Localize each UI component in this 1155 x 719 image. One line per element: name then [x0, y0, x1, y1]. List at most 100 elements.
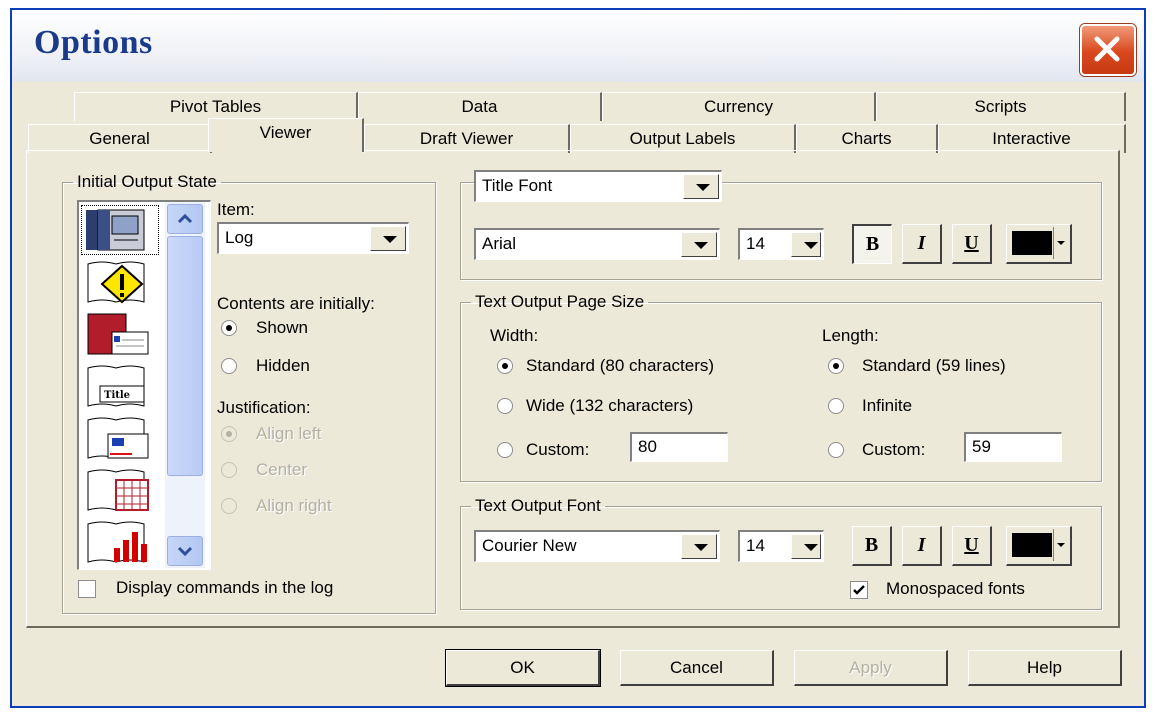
- hidden-label[interactable]: Hidden: [256, 356, 310, 376]
- initial-output-state-legend: Initial Output State: [77, 172, 217, 191]
- help-button[interactable]: Help: [968, 650, 1122, 686]
- text-font-name-select[interactable]: Courier New: [474, 530, 720, 562]
- title-font-size-value: 14: [746, 234, 765, 253]
- display-commands-checkbox[interactable]: [78, 580, 96, 598]
- page-size-legend: Text Output Page Size: [475, 292, 645, 311]
- length-custom-radio[interactable]: [828, 442, 844, 458]
- monospaced-checkbox[interactable]: [850, 581, 868, 599]
- dropdown-arrow-icon: [683, 174, 719, 199]
- justification-label: Justification:: [217, 398, 311, 417]
- chevron-up-icon: [177, 213, 193, 224]
- display-commands-label[interactable]: Display commands in the log: [116, 578, 333, 598]
- tab-charts[interactable]: Charts: [796, 124, 938, 153]
- length-infinite-radio[interactable]: [828, 398, 844, 414]
- tab-general[interactable]: General: [28, 124, 212, 153]
- item-select[interactable]: Log: [217, 222, 409, 254]
- scroll-down-button[interactable]: [167, 536, 203, 566]
- shown-label[interactable]: Shown: [256, 318, 308, 338]
- tab-output-labels[interactable]: Output Labels: [570, 124, 796, 153]
- font-element-select[interactable]: Title Font: [474, 170, 722, 202]
- close-button[interactable]: [1080, 24, 1136, 76]
- length-standard-radio[interactable]: [828, 358, 844, 374]
- width-standard-label[interactable]: Standard (80 characters): [526, 356, 714, 376]
- text-color-button[interactable]: [1006, 526, 1072, 566]
- width-custom-label[interactable]: Custom:: [526, 440, 589, 460]
- title-icon[interactable]: Title: [82, 362, 158, 410]
- notes-icon[interactable]: [82, 310, 158, 358]
- text-italic-button[interactable]: I: [902, 526, 942, 566]
- tab-viewer[interactable]: Viewer: [208, 118, 364, 152]
- monospaced-label[interactable]: Monospaced fonts: [886, 579, 1025, 599]
- log-icon[interactable]: [81, 205, 159, 255]
- dialog-title: Options: [34, 24, 153, 61]
- text-font-size-select[interactable]: 14: [738, 530, 824, 562]
- dropdown-arrow-icon: [370, 226, 406, 251]
- title-bar[interactable]: Options: [12, 10, 1144, 82]
- icon-list-scrollbar[interactable]: [165, 202, 205, 568]
- hidden-radio[interactable]: [221, 358, 237, 374]
- width-custom-input[interactable]: 80: [630, 432, 728, 462]
- scroll-thumb[interactable]: [167, 236, 203, 476]
- width-standard-radio[interactable]: [497, 358, 513, 374]
- dropdown-arrow-icon: [681, 232, 717, 257]
- ok-button[interactable]: OK: [446, 650, 600, 686]
- tab-scripts[interactable]: Scripts: [876, 92, 1126, 121]
- tab-interactive[interactable]: Interactive: [938, 124, 1126, 153]
- title-underline-button[interactable]: U: [952, 224, 992, 264]
- width-custom-value: 80: [638, 437, 657, 456]
- text-font-name-value: Courier New: [482, 536, 577, 555]
- align-right-label: Align right: [256, 496, 332, 515]
- title-font-size-select[interactable]: 14: [738, 228, 824, 260]
- width-label: Width:: [490, 326, 539, 345]
- text-bold-button[interactable]: B: [852, 526, 892, 566]
- length-label: Length:: [822, 326, 879, 345]
- font-element-value: Title Font: [482, 176, 553, 195]
- chevron-down-icon: [177, 546, 193, 557]
- length-infinite-label[interactable]: Infinite: [862, 396, 912, 416]
- tab-data[interactable]: Data: [358, 92, 602, 121]
- width-custom-radio[interactable]: [497, 442, 513, 458]
- scroll-up-button[interactable]: [167, 204, 203, 234]
- checkmark-icon: [853, 585, 865, 595]
- width-wide-radio[interactable]: [497, 398, 513, 414]
- title-color-swatch: [1012, 231, 1052, 255]
- center-label: Center: [256, 460, 308, 479]
- title-font-name-value: Arial: [482, 234, 517, 253]
- apply-button: Apply: [794, 650, 948, 686]
- center-radio: [221, 462, 237, 478]
- width-wide-label[interactable]: Wide (132 characters): [526, 396, 693, 416]
- text-output-icon[interactable]: [82, 414, 158, 462]
- pivot-table-icon[interactable]: [82, 466, 158, 514]
- dropdown-arrow-icon: [1053, 529, 1068, 561]
- length-custom-input[interactable]: 59: [964, 432, 1062, 462]
- text-output-font-legend: Text Output Font: [475, 496, 601, 515]
- dropdown-arrow-icon: [681, 534, 717, 559]
- shown-radio[interactable]: [221, 320, 237, 336]
- align-left-label: Align left: [256, 424, 322, 443]
- length-standard-label[interactable]: Standard (59 lines): [862, 356, 1006, 376]
- cancel-button[interactable]: Cancel: [620, 650, 774, 686]
- title-font-name-select[interactable]: Arial: [474, 228, 720, 260]
- tab-currency[interactable]: Currency: [602, 92, 876, 121]
- title-color-button[interactable]: [1006, 224, 1072, 264]
- dropdown-arrow-icon: [791, 534, 821, 559]
- item-select-value: Log: [225, 228, 254, 247]
- tab-pivot-tables[interactable]: Pivot Tables: [74, 92, 358, 121]
- title-italic-button[interactable]: I: [902, 224, 942, 264]
- tab-draft-viewer[interactable]: Draft Viewer: [364, 124, 570, 153]
- text-color-swatch: [1012, 533, 1052, 557]
- svg-text:Title: Title: [104, 390, 130, 401]
- text-font-size-value: 14: [746, 536, 765, 555]
- length-custom-label[interactable]: Custom:: [862, 440, 925, 460]
- length-custom-value: 59: [972, 437, 991, 456]
- item-label: Item:: [217, 200, 255, 219]
- align-right-radio: [221, 498, 237, 514]
- warning-icon[interactable]: [82, 258, 158, 306]
- dropdown-arrow-icon: [1053, 227, 1068, 259]
- dropdown-arrow-icon: [791, 232, 821, 257]
- align-left-radio: [221, 426, 237, 442]
- title-bold-button[interactable]: B: [852, 224, 892, 264]
- contents-label: Contents are initially:: [217, 294, 375, 313]
- chart-icon[interactable]: [82, 518, 158, 566]
- text-underline-button[interactable]: U: [952, 526, 992, 566]
